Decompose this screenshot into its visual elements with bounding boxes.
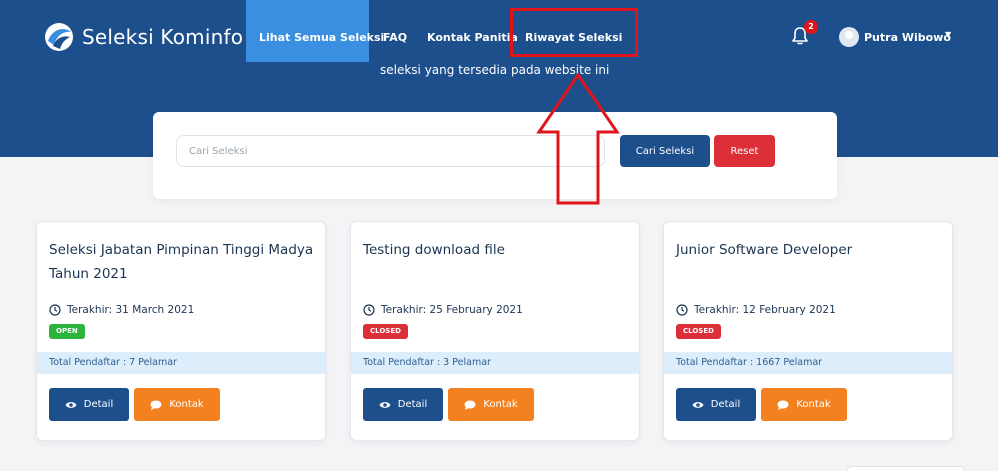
annotation-highlight-box <box>510 8 638 57</box>
pagination[interactable] <box>847 466 965 471</box>
card-deadline: Terakhir: 31 March 2021 <box>49 304 194 316</box>
eye-icon <box>379 401 391 408</box>
navbar: Seleksi Kominfo Lihat Semua Seleksi FAQ … <box>0 0 998 62</box>
clock-icon <box>676 304 688 316</box>
chat-icon <box>150 400 162 410</box>
contact-label: Kontak <box>796 399 831 410</box>
chat-icon <box>777 400 789 410</box>
nav-item-lihat-semua-seleksi[interactable]: Lihat Semua Seleksi <box>259 31 384 44</box>
contact-label: Kontak <box>169 399 204 410</box>
card-deadline: Terakhir: 12 February 2021 <box>676 304 836 316</box>
status-badge: CLOSED <box>676 324 721 339</box>
eye-icon <box>65 401 77 408</box>
selection-card: Junior Software Developer Terakhir: 12 F… <box>663 221 953 441</box>
contact-button[interactable]: Kontak <box>134 388 220 421</box>
selection-card: Testing download file Terakhir: 25 Febru… <box>350 221 640 441</box>
search-button[interactable]: Cari Seleksi <box>620 135 710 167</box>
kominfo-logo-icon <box>45 23 73 51</box>
chat-icon <box>464 400 476 410</box>
registrant-count: Total Pendaftar : 7 Pelamar <box>37 352 325 374</box>
detail-button[interactable]: Detail <box>49 388 129 421</box>
eye-icon <box>692 401 704 408</box>
nav-item-kontak-panitia[interactable]: Kontak Panitia <box>427 31 518 44</box>
card-title[interactable]: Seleksi Jabatan Pimpinan Tinggi Madya Ta… <box>49 238 317 286</box>
user-menu-name[interactable]: Putra Wibowo <box>864 31 951 44</box>
contact-button[interactable]: Kontak <box>448 388 534 421</box>
avatar[interactable] <box>839 27 859 47</box>
card-title[interactable]: Junior Software Developer <box>676 238 944 262</box>
reset-button[interactable]: Reset <box>714 135 775 167</box>
deadline-text: Terakhir: 31 March 2021 <box>67 304 195 316</box>
caret-down-icon[interactable]: ▼ <box>945 30 951 39</box>
brand-name: Seleksi Kominfo <box>82 25 244 49</box>
detail-button[interactable]: Detail <box>676 388 756 421</box>
detail-button[interactable]: Detail <box>363 388 443 421</box>
status-badge: OPEN <box>49 324 85 339</box>
notification-badge: 2 <box>804 20 818 34</box>
detail-label: Detail <box>83 399 114 410</box>
clock-icon <box>363 304 375 316</box>
brand[interactable]: Seleksi Kominfo <box>44 22 243 52</box>
clock-icon <box>49 304 61 316</box>
contact-button[interactable]: Kontak <box>761 388 847 421</box>
nav-item-faq[interactable]: FAQ <box>383 31 407 44</box>
detail-label: Detail <box>397 399 428 410</box>
registrant-count: Total Pendaftar : 3 Pelamar <box>351 352 639 374</box>
status-badge: CLOSED <box>363 324 408 339</box>
deadline-text: Terakhir: 25 February 2021 <box>381 304 523 316</box>
deadline-text: Terakhir: 12 February 2021 <box>694 304 836 316</box>
selection-card: Seleksi Jabatan Pimpinan Tinggi Madya Ta… <box>36 221 326 441</box>
card-deadline: Terakhir: 25 February 2021 <box>363 304 523 316</box>
registrant-count: Total Pendaftar : 1667 Pelamar <box>664 352 952 374</box>
annotation-arrow-icon <box>536 72 620 205</box>
card-title[interactable]: Testing download file <box>363 238 631 262</box>
contact-label: Kontak <box>483 399 518 410</box>
detail-label: Detail <box>710 399 741 410</box>
